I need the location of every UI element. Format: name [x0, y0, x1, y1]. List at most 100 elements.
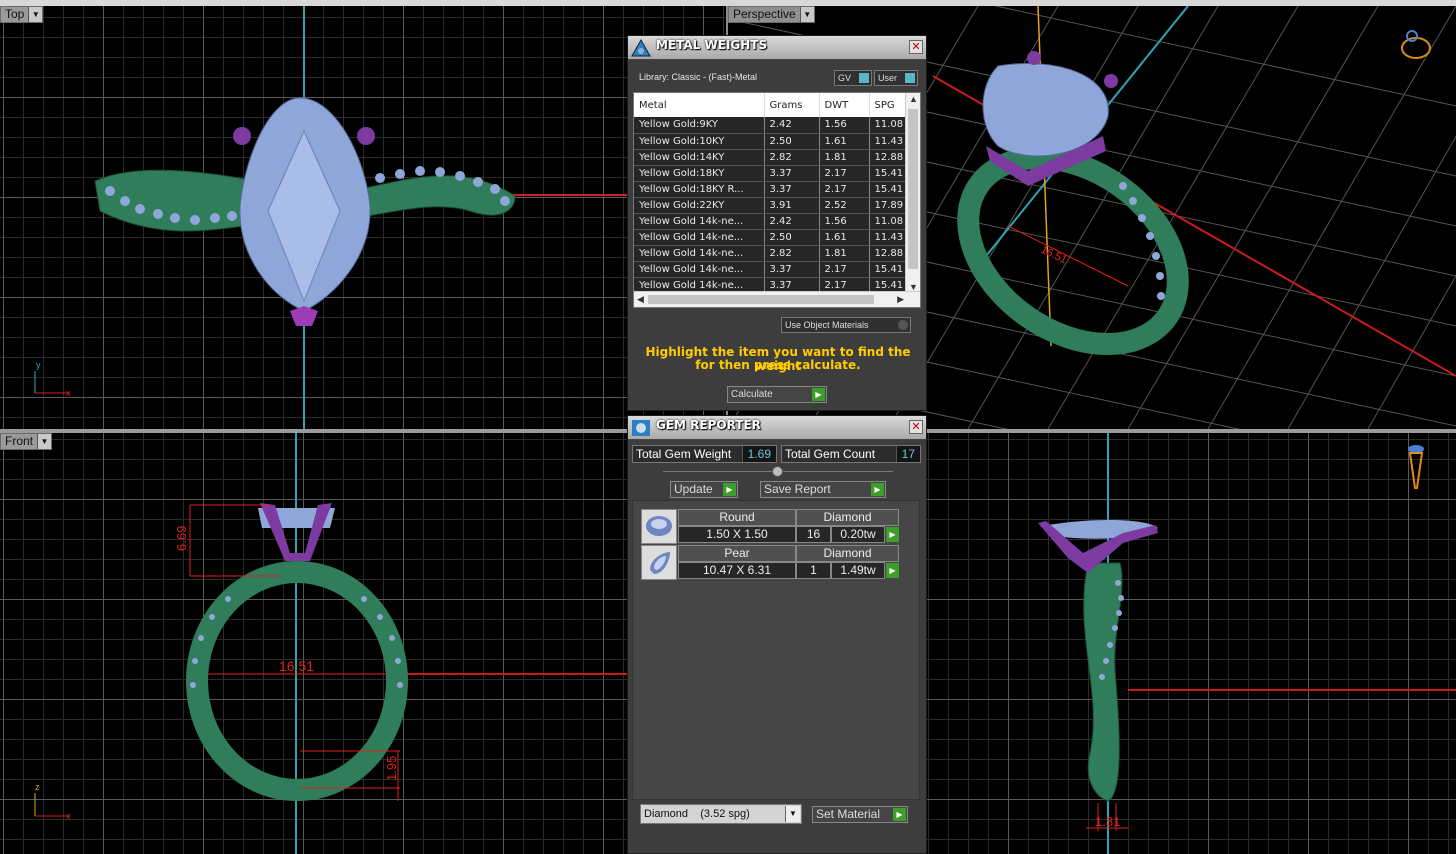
table-cell: 2.50: [764, 133, 820, 150]
side-width-dimension: 1.81: [1095, 814, 1120, 829]
table-cell: 2.82: [764, 245, 820, 262]
table-row[interactable]: Yellow Gold 14k-ne... 3.37 2.17 15.41: [634, 261, 910, 278]
column-header[interactable]: Metal: [634, 93, 765, 117]
total-gem-count: Total Gem Count 17: [781, 445, 921, 463]
play-icon: ▶: [893, 808, 906, 821]
table-cell: Yellow Gold 14k-ne...: [634, 229, 765, 246]
front-viewport[interactable]: 6.69 16.51 1.95 z x Front ▼: [0, 433, 726, 854]
table-row[interactable]: Yellow Gold 14k-ne... 2.50 1.61 11.43: [634, 229, 910, 246]
play-icon[interactable]: ▶: [886, 527, 899, 542]
scrollbar-thumb[interactable]: [648, 295, 874, 304]
metal-weights-panel: METAL WEIGHTS ✕ Library: Classic - (Fast…: [627, 35, 927, 411]
table-cell: 2.82: [764, 149, 820, 166]
table-row[interactable]: Yellow Gold 14k-ne... 2.82 1.81 12.88: [634, 245, 910, 262]
perspective-viewport-label[interactable]: Perspective ▼: [728, 6, 815, 23]
table-row[interactable]: Yellow Gold:9KY 2.42 1.56 11.08: [634, 117, 910, 134]
horizontal-scrollbar[interactable]: ◀ ▶: [634, 291, 920, 307]
gv-toggle[interactable]: GV: [834, 70, 872, 86]
column-header[interactable]: DWT: [819, 93, 870, 117]
table-cell: 1.61: [819, 133, 870, 150]
table-row[interactable]: Yellow Gold:14KY 2.82 1.81 12.88: [634, 149, 910, 166]
ring-gizmo-icon: [1401, 30, 1431, 59]
table-cell: 3.37: [764, 181, 820, 198]
gem-row-pear[interactable]: Pear Diamond 10.47 X 6.31 1 1.49tw ▶: [641, 545, 899, 580]
svg-text:x: x: [66, 388, 71, 398]
table-cell: 15.41: [869, 181, 910, 198]
chevron-down-icon[interactable]: ▼: [799, 7, 814, 22]
ring-side-gizmo-icon: [1408, 445, 1424, 489]
material-select[interactable]: Diamond (3.52 spg) ▼: [640, 804, 802, 824]
splitter-handle-icon[interactable]: [772, 466, 783, 477]
update-button[interactable]: Update ▶: [670, 481, 738, 498]
metal-weights-logo-icon: [631, 38, 651, 57]
scrollbar-thumb[interactable]: [908, 109, 918, 269]
table-cell: 3.91: [764, 197, 820, 214]
scroll-up-icon[interactable]: ▲: [909, 94, 918, 104]
table-row[interactable]: Yellow Gold:18KY R... 3.37 2.17 15.41: [634, 181, 910, 198]
gem-row-round[interactable]: Round Diamond 1.50 X 1.50 16 0.20tw ▶: [641, 509, 899, 544]
front-viewport-label[interactable]: Front ▼: [0, 433, 53, 450]
use-object-materials-toggle[interactable]: Use Object Materials: [781, 317, 911, 333]
column-header[interactable]: SPG: [869, 93, 910, 117]
table-row[interactable]: Yellow Gold:10KY 2.50 1.61 11.43: [634, 133, 910, 150]
table-cell: Yellow Gold 14k-ne...: [634, 261, 765, 278]
front-view-render: 6.69 16.51 1.95 z x: [34, 433, 726, 854]
metal-table: Metal Grams DWT SPG Yellow Gold:9KY 2.42 1…: [633, 92, 921, 308]
table-cell: 3.37: [764, 165, 820, 182]
gem-material: Diamond: [796, 509, 899, 526]
user-toggle[interactable]: User: [874, 70, 918, 86]
close-icon[interactable]: ✕: [909, 420, 923, 434]
table-cell: 12.88: [869, 245, 910, 262]
table-cell: 17.89: [869, 197, 910, 214]
table-row[interactable]: Yellow Gold:22KY 3.91 2.52 17.89: [634, 197, 910, 214]
chevron-down-icon[interactable]: ▼: [785, 806, 800, 822]
gem-reporter-logo-icon: [632, 420, 650, 436]
metal-weights-title: METAL WEIGHTS: [656, 38, 768, 52]
gem-weight: 0.20tw: [831, 526, 885, 543]
gem-reporter-titlebar[interactable]: GEM REPORTER ✕: [628, 416, 926, 440]
close-icon[interactable]: ✕: [909, 40, 923, 54]
round-gem-icon: [641, 509, 677, 544]
svg-text:x: x: [66, 811, 71, 821]
table-cell: Yellow Gold:18KY: [634, 165, 765, 182]
table-cell: 2.17: [819, 181, 870, 198]
top-viewport[interactable]: yx Top ▼: [0, 6, 726, 429]
table-cell: 2.50: [764, 229, 820, 246]
table-row[interactable]: Yellow Gold 14k-ne... 2.42 1.56 11.08: [634, 213, 910, 230]
table-cell: 1.56: [819, 117, 870, 134]
table-cell: Yellow Gold:18KY R...: [634, 181, 765, 198]
calculate-button[interactable]: Calculate ▶: [727, 386, 827, 403]
gem-material: Diamond: [796, 545, 899, 562]
set-material-button[interactable]: Set Material ▶: [812, 806, 908, 823]
gem-size: 10.47 X 6.31: [678, 562, 796, 579]
scroll-right-icon[interactable]: ▶: [897, 294, 904, 305]
table-cell: 15.41: [869, 165, 910, 182]
pear-gem-icon: [641, 545, 677, 580]
play-icon: ▶: [871, 483, 884, 496]
scroll-left-icon[interactable]: ◀: [637, 294, 644, 305]
metal-table-header: Metal Grams DWT SPG: [634, 93, 910, 117]
gem-shape: Round: [678, 509, 796, 526]
save-report-button[interactable]: Save Report ▶: [760, 481, 886, 498]
gem-reporter-panel: GEM REPORTER ✕ Total Gem Weight 1.69 Tota…: [627, 415, 927, 854]
vertical-scrollbar[interactable]: ▲ ▼: [905, 93, 920, 293]
table-cell: 2.17: [819, 261, 870, 278]
top-viewport-label[interactable]: Top ▼: [0, 6, 44, 23]
table-cell: 1.81: [819, 149, 870, 166]
table-cell: 2.17: [819, 165, 870, 182]
table-cell: Yellow Gold:14KY: [634, 149, 765, 166]
metal-weights-titlebar[interactable]: METAL WEIGHTS ✕: [628, 36, 926, 60]
gem-count: 16: [796, 526, 831, 543]
chevron-down-icon[interactable]: ▼: [28, 7, 43, 22]
table-cell: Yellow Gold:9KY: [634, 117, 765, 134]
table-row[interactable]: Yellow Gold:18KY 3.37 2.17 15.41: [634, 165, 910, 182]
table-cell: 12.88: [869, 149, 910, 166]
table-cell: 11.08: [869, 117, 910, 134]
chevron-down-icon[interactable]: ▼: [37, 434, 52, 449]
table-cell: 2.52: [819, 197, 870, 214]
table-cell: Yellow Gold 14k-ne...: [634, 213, 765, 230]
table-cell: 2.42: [764, 117, 820, 134]
table-cell: 11.43: [869, 229, 910, 246]
play-icon[interactable]: ▶: [886, 563, 899, 578]
column-header[interactable]: Grams: [764, 93, 820, 117]
